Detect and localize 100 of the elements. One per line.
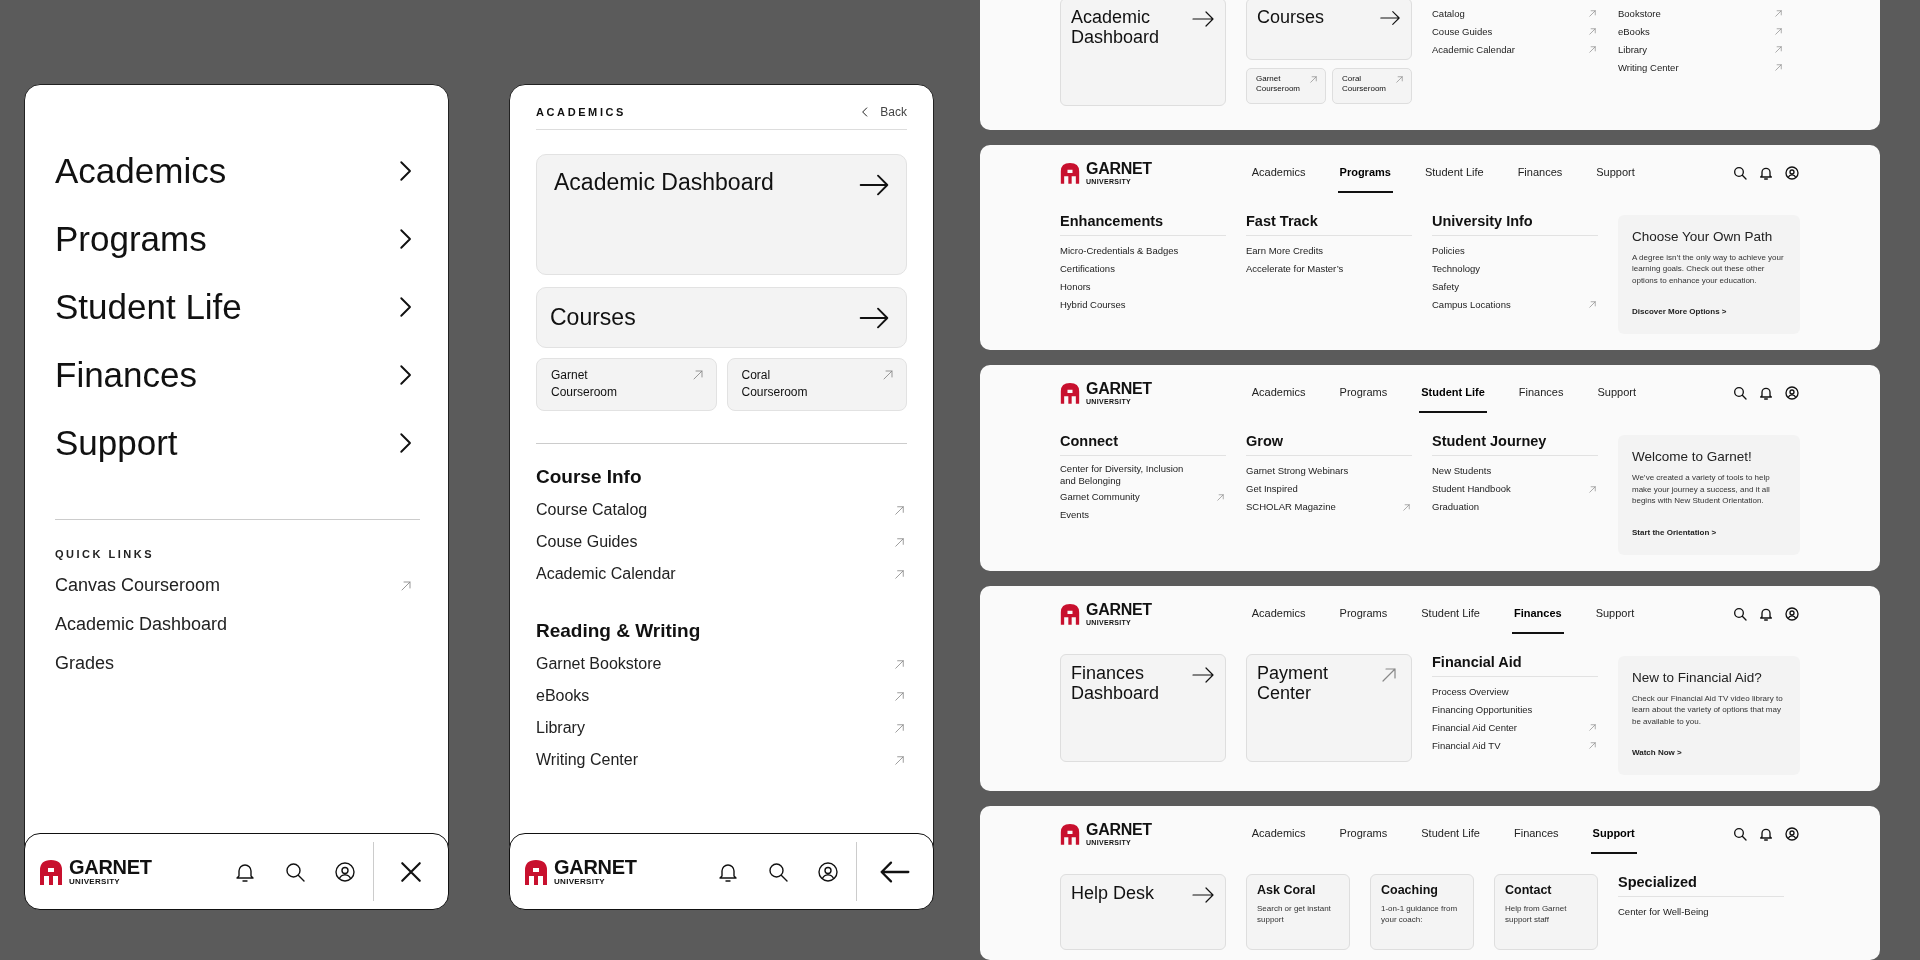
nav-tab[interactable]: Programs: [1337, 373, 1390, 413]
user-icon[interactable]: [1784, 164, 1800, 181]
feature-card[interactable]: Help Desk: [1060, 874, 1226, 950]
support-card[interactable]: Contact Help from Garnet support staff: [1494, 874, 1598, 950]
feature-card[interactable]: Courses: [1246, 0, 1412, 60]
nav-tab[interactable]: Support: [1593, 593, 1637, 634]
feature-card[interactable]: Courses: [536, 287, 907, 348]
feature-card[interactable]: Payment Center: [1246, 653, 1412, 762]
link-card[interactable]: Coral Courseroom: [726, 358, 907, 411]
menu-item[interactable]: Student Life: [55, 273, 420, 341]
promo-title: Welcome to Garnet!: [1632, 449, 1753, 464]
quick-link[interactable]: Academic Dashboard: [55, 605, 420, 644]
menu-link[interactable]: Center for Well-Being: [1618, 903, 1784, 921]
menu-link[interactable]: eBooks: [536, 680, 907, 712]
nav-tab[interactable]: Programs: [1337, 152, 1393, 193]
building-icon: [1060, 823, 1080, 845]
menu-link[interactable]: Catalog: [1432, 4, 1598, 23]
search-icon[interactable]: [1732, 605, 1748, 622]
nav-tab[interactable]: Finances: [1511, 593, 1564, 634]
menu-link[interactable]: Couse Guides: [536, 526, 907, 558]
nav-tab[interactable]: Support: [1590, 814, 1637, 854]
menu-link[interactable]: Financial Aid TV: [1432, 736, 1598, 755]
user-icon[interactable]: [816, 859, 840, 884]
menu-link[interactable]: Certifications: [1060, 259, 1226, 278]
bell-icon[interactable]: [1758, 826, 1774, 842]
menu-link[interactable]: Academic Calendar: [536, 558, 907, 590]
promo-link[interactable]: Discover More Options >: [1632, 307, 1727, 316]
feature-card[interactable]: Academic Dashboard: [536, 154, 907, 275]
nav-tab[interactable]: Finances: [1511, 814, 1561, 854]
menu-link[interactable]: Financial Aid Center: [1432, 718, 1598, 737]
menu-link[interactable]: New Students: [1432, 462, 1598, 480]
user-icon[interactable]: [1784, 605, 1800, 622]
menu-link[interactable]: Writing Center: [1618, 58, 1784, 77]
menu-link[interactable]: Writing Center: [536, 744, 907, 776]
search-icon[interactable]: [1732, 385, 1748, 401]
menu-link[interactable]: Library: [1618, 40, 1784, 59]
promo-link[interactable]: Start the Orientation >: [1632, 527, 1717, 537]
menu-link[interactable]: Library: [536, 712, 907, 744]
menu-link[interactable]: SCHOLAR Magazine: [1246, 498, 1412, 516]
menu-link[interactable]: Academic Calendar: [1432, 40, 1598, 59]
menu-item[interactable]: Academics: [55, 137, 420, 205]
quick-link[interactable]: Grades: [55, 644, 420, 683]
nav-tab[interactable]: Academics: [1249, 152, 1308, 193]
user-icon[interactable]: [333, 859, 357, 884]
nav-tab[interactable]: Student Life: [1422, 152, 1486, 193]
feature-card[interactable]: Academic Dashboard: [1060, 0, 1226, 106]
nav-tab[interactable]: Programs: [1337, 814, 1390, 854]
support-card[interactable]: Coaching 1-on-1 guidance from your coach:: [1370, 874, 1474, 950]
menu-link[interactable]: Garnet Community: [1060, 488, 1226, 506]
link-card[interactable]: Garnet Courseroom: [536, 358, 717, 411]
menu-item[interactable]: Finances: [55, 341, 420, 409]
search-icon[interactable]: [1732, 164, 1748, 181]
logo-tagline: UNIVERSITY: [69, 878, 121, 886]
menu-link[interactable]: Technology: [1432, 259, 1598, 278]
link-card[interactable]: Garnet Courseroom: [1246, 67, 1326, 104]
menu-item[interactable]: Support: [55, 409, 420, 477]
nav-tab[interactable]: Student Life: [1419, 814, 1482, 854]
nav-tab[interactable]: Academics: [1249, 373, 1308, 413]
nav-tab[interactable]: Support: [1595, 373, 1638, 413]
menu-link[interactable]: Financing Opportunities: [1432, 700, 1598, 719]
user-icon[interactable]: [1784, 385, 1800, 401]
back-link[interactable]: Back: [858, 105, 907, 119]
menu-link[interactable]: Safety: [1432, 277, 1598, 296]
quick-link[interactable]: Canvas Courseroom: [55, 566, 420, 605]
menu-link[interactable]: Student Handbook: [1432, 480, 1598, 498]
menu-link[interactable]: Campus Locations: [1432, 295, 1598, 314]
bell-icon[interactable]: [1758, 385, 1774, 401]
user-icon[interactable]: [1784, 826, 1800, 842]
menu-link[interactable]: Accelerate for Master’s: [1246, 259, 1412, 278]
menu-link[interactable]: Honors: [1060, 277, 1226, 296]
menu-link[interactable]: Graduation: [1432, 498, 1598, 516]
menu-link[interactable]: Course Catalog: [536, 494, 907, 526]
promo-link[interactable]: Watch Now >: [1632, 748, 1682, 757]
menu-link[interactable]: Bookstore: [1618, 4, 1784, 23]
menu-link[interactable]: Events: [1060, 506, 1226, 524]
menu-link[interactable]: Micro-Credentials & Badges: [1060, 241, 1226, 260]
menu-link[interactable]: Garnet Strong Webinars: [1246, 462, 1412, 480]
menu-link[interactable]: Process Overview: [1432, 682, 1598, 701]
nav-tab[interactable]: Finances: [1515, 152, 1565, 193]
nav-tab[interactable]: Academics: [1249, 593, 1308, 634]
menu-link[interactable]: Garnet Bookstore: [536, 648, 907, 680]
nav-tab[interactable]: Student Life: [1419, 373, 1487, 413]
feature-card[interactable]: Finances Dashboard: [1060, 653, 1226, 762]
menu-link[interactable]: Earn More Credits: [1246, 241, 1412, 260]
menu-link[interactable]: Center for Diversity, Inclusion and Belonging: [1060, 462, 1226, 488]
column-heading: Grow: [1246, 433, 1412, 456]
menu-item[interactable]: Programs: [55, 205, 420, 273]
link-card[interactable]: Coral Courseroom: [1332, 67, 1412, 104]
menu-link[interactable]: Policies: [1432, 241, 1598, 260]
support-card[interactable]: Ask Coral Search or get instant support: [1246, 874, 1350, 950]
menu-link[interactable]: Couse Guides: [1432, 22, 1598, 41]
nav-tab[interactable]: Finances: [1516, 373, 1566, 413]
nav-tab[interactable]: Programs: [1337, 593, 1390, 634]
nav-tab[interactable]: Support: [1594, 152, 1637, 193]
menu-link[interactable]: Hybrid Courses: [1060, 295, 1226, 314]
search-icon[interactable]: [1732, 826, 1748, 842]
nav-tab[interactable]: Academics: [1249, 814, 1308, 854]
menu-link[interactable]: Get Inspired: [1246, 480, 1412, 498]
nav-tab[interactable]: Student Life: [1419, 593, 1482, 634]
menu-link[interactable]: eBooks: [1618, 22, 1784, 41]
